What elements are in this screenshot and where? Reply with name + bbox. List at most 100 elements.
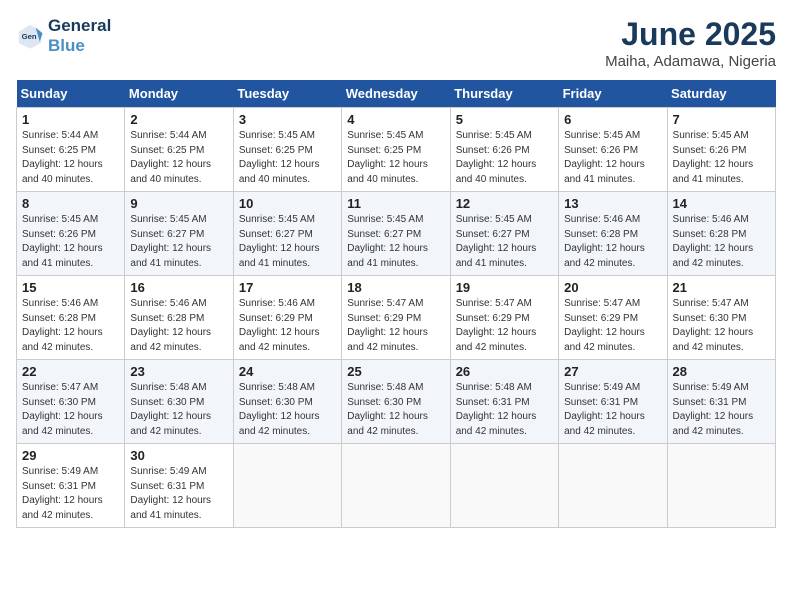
- day-info: Sunrise: 5:49 AM Sunset: 6:31 PM Dayligh…: [564, 381, 661, 439]
- day-info: Sunrise: 5:47 AM Sunset: 6:29 PM Dayligh…: [456, 297, 553, 355]
- calendar-cell: 28 Sunrise: 5:49 AM Sunset: 6:31 PM Dayl…: [667, 360, 775, 444]
- calendar-cell: 18 Sunrise: 5:47 AM Sunset: 6:29 PM Dayl…: [342, 276, 450, 360]
- day-info: Sunrise: 5:47 AM Sunset: 6:29 PM Dayligh…: [564, 297, 661, 355]
- day-number: 30: [130, 448, 227, 463]
- week-row-1: 1 Sunrise: 5:44 AM Sunset: 6:25 PM Dayli…: [17, 108, 776, 192]
- day-number: 18: [347, 280, 444, 295]
- day-info: Sunrise: 5:45 AM Sunset: 6:26 PM Dayligh…: [456, 129, 553, 187]
- calendar-cell: 12 Sunrise: 5:45 AM Sunset: 6:27 PM Dayl…: [450, 192, 558, 276]
- day-info: Sunrise: 5:48 AM Sunset: 6:31 PM Dayligh…: [456, 381, 553, 439]
- calendar-cell: 7 Sunrise: 5:45 AM Sunset: 6:26 PM Dayli…: [667, 108, 775, 192]
- day-info: Sunrise: 5:49 AM Sunset: 6:31 PM Dayligh…: [130, 465, 227, 523]
- day-number: 23: [130, 364, 227, 379]
- calendar-cell: 15 Sunrise: 5:46 AM Sunset: 6:28 PM Dayl…: [17, 276, 125, 360]
- calendar-cell: [667, 444, 775, 528]
- weekday-header-tuesday: Tuesday: [233, 80, 341, 108]
- calendar-cell: 3 Sunrise: 5:45 AM Sunset: 6:25 PM Dayli…: [233, 108, 341, 192]
- calendar-cell: 26 Sunrise: 5:48 AM Sunset: 6:31 PM Dayl…: [450, 360, 558, 444]
- calendar-cell: [342, 444, 450, 528]
- month-title: June 2025: [605, 16, 776, 53]
- day-number: 3: [239, 112, 336, 127]
- svg-text:Gen: Gen: [22, 31, 37, 40]
- weekday-header-saturday: Saturday: [667, 80, 775, 108]
- day-number: 12: [456, 196, 553, 211]
- day-number: 7: [673, 112, 770, 127]
- day-number: 1: [22, 112, 119, 127]
- calendar-cell: 17 Sunrise: 5:46 AM Sunset: 6:29 PM Dayl…: [233, 276, 341, 360]
- calendar-cell: 27 Sunrise: 5:49 AM Sunset: 6:31 PM Dayl…: [559, 360, 667, 444]
- day-number: 24: [239, 364, 336, 379]
- day-number: 8: [22, 196, 119, 211]
- day-info: Sunrise: 5:44 AM Sunset: 6:25 PM Dayligh…: [22, 129, 119, 187]
- day-info: Sunrise: 5:45 AM Sunset: 6:26 PM Dayligh…: [564, 129, 661, 187]
- day-info: Sunrise: 5:46 AM Sunset: 6:28 PM Dayligh…: [22, 297, 119, 355]
- day-info: Sunrise: 5:49 AM Sunset: 6:31 PM Dayligh…: [673, 381, 770, 439]
- day-number: 13: [564, 196, 661, 211]
- title-area: June 2025 Maiha, Adamawa, Nigeria: [605, 16, 776, 70]
- day-number: 9: [130, 196, 227, 211]
- logo-text: General Blue: [48, 16, 111, 55]
- day-number: 5: [456, 112, 553, 127]
- calendar-cell: 5 Sunrise: 5:45 AM Sunset: 6:26 PM Dayli…: [450, 108, 558, 192]
- week-row-2: 8 Sunrise: 5:45 AM Sunset: 6:26 PM Dayli…: [17, 192, 776, 276]
- day-info: Sunrise: 5:48 AM Sunset: 6:30 PM Dayligh…: [347, 381, 444, 439]
- day-info: Sunrise: 5:45 AM Sunset: 6:25 PM Dayligh…: [239, 129, 336, 187]
- day-info: Sunrise: 5:47 AM Sunset: 6:30 PM Dayligh…: [22, 381, 119, 439]
- day-number: 16: [130, 280, 227, 295]
- day-info: Sunrise: 5:49 AM Sunset: 6:31 PM Dayligh…: [22, 465, 119, 523]
- calendar-cell: 4 Sunrise: 5:45 AM Sunset: 6:25 PM Dayli…: [342, 108, 450, 192]
- calendar-cell: 19 Sunrise: 5:47 AM Sunset: 6:29 PM Dayl…: [450, 276, 558, 360]
- day-number: 20: [564, 280, 661, 295]
- calendar-table: SundayMondayTuesdayWednesdayThursdayFrid…: [16, 80, 776, 528]
- calendar-cell: [450, 444, 558, 528]
- day-number: 26: [456, 364, 553, 379]
- calendar-cell: 13 Sunrise: 5:46 AM Sunset: 6:28 PM Dayl…: [559, 192, 667, 276]
- weekday-header-thursday: Thursday: [450, 80, 558, 108]
- day-number: 25: [347, 364, 444, 379]
- calendar-cell: 11 Sunrise: 5:45 AM Sunset: 6:27 PM Dayl…: [342, 192, 450, 276]
- day-info: Sunrise: 5:46 AM Sunset: 6:28 PM Dayligh…: [673, 213, 770, 271]
- calendar-cell: 23 Sunrise: 5:48 AM Sunset: 6:30 PM Dayl…: [125, 360, 233, 444]
- day-number: 17: [239, 280, 336, 295]
- day-info: Sunrise: 5:46 AM Sunset: 6:28 PM Dayligh…: [130, 297, 227, 355]
- day-number: 10: [239, 196, 336, 211]
- day-number: 14: [673, 196, 770, 211]
- weekday-header-friday: Friday: [559, 80, 667, 108]
- calendar-cell: 14 Sunrise: 5:46 AM Sunset: 6:28 PM Dayl…: [667, 192, 775, 276]
- calendar-cell: 30 Sunrise: 5:49 AM Sunset: 6:31 PM Dayl…: [125, 444, 233, 528]
- calendar-cell: 22 Sunrise: 5:47 AM Sunset: 6:30 PM Dayl…: [17, 360, 125, 444]
- calendar-cell: 16 Sunrise: 5:46 AM Sunset: 6:28 PM Dayl…: [125, 276, 233, 360]
- day-info: Sunrise: 5:47 AM Sunset: 6:30 PM Dayligh…: [673, 297, 770, 355]
- day-number: 4: [347, 112, 444, 127]
- day-number: 22: [22, 364, 119, 379]
- day-number: 29: [22, 448, 119, 463]
- calendar-cell: 1 Sunrise: 5:44 AM Sunset: 6:25 PM Dayli…: [17, 108, 125, 192]
- day-info: Sunrise: 5:45 AM Sunset: 6:27 PM Dayligh…: [347, 213, 444, 271]
- week-row-3: 15 Sunrise: 5:46 AM Sunset: 6:28 PM Dayl…: [17, 276, 776, 360]
- calendar-cell: 25 Sunrise: 5:48 AM Sunset: 6:30 PM Dayl…: [342, 360, 450, 444]
- weekday-header-monday: Monday: [125, 80, 233, 108]
- day-info: Sunrise: 5:44 AM Sunset: 6:25 PM Dayligh…: [130, 129, 227, 187]
- day-number: 21: [673, 280, 770, 295]
- day-info: Sunrise: 5:48 AM Sunset: 6:30 PM Dayligh…: [239, 381, 336, 439]
- day-info: Sunrise: 5:47 AM Sunset: 6:29 PM Dayligh…: [347, 297, 444, 355]
- week-row-5: 29 Sunrise: 5:49 AM Sunset: 6:31 PM Dayl…: [17, 444, 776, 528]
- day-info: Sunrise: 5:45 AM Sunset: 6:27 PM Dayligh…: [239, 213, 336, 271]
- weekday-header-wednesday: Wednesday: [342, 80, 450, 108]
- day-info: Sunrise: 5:46 AM Sunset: 6:28 PM Dayligh…: [564, 213, 661, 271]
- logo-icon: Gen: [16, 22, 44, 50]
- week-row-4: 22 Sunrise: 5:47 AM Sunset: 6:30 PM Dayl…: [17, 360, 776, 444]
- day-number: 19: [456, 280, 553, 295]
- calendar-cell: 9 Sunrise: 5:45 AM Sunset: 6:27 PM Dayli…: [125, 192, 233, 276]
- day-number: 27: [564, 364, 661, 379]
- day-info: Sunrise: 5:46 AM Sunset: 6:29 PM Dayligh…: [239, 297, 336, 355]
- header: Gen General Blue June 2025 Maiha, Adamaw…: [16, 16, 776, 70]
- day-info: Sunrise: 5:45 AM Sunset: 6:26 PM Dayligh…: [673, 129, 770, 187]
- weekday-header-row: SundayMondayTuesdayWednesdayThursdayFrid…: [17, 80, 776, 108]
- calendar-cell: 24 Sunrise: 5:48 AM Sunset: 6:30 PM Dayl…: [233, 360, 341, 444]
- day-number: 6: [564, 112, 661, 127]
- calendar-cell: 2 Sunrise: 5:44 AM Sunset: 6:25 PM Dayli…: [125, 108, 233, 192]
- day-number: 15: [22, 280, 119, 295]
- calendar-cell: 29 Sunrise: 5:49 AM Sunset: 6:31 PM Dayl…: [17, 444, 125, 528]
- day-number: 2: [130, 112, 227, 127]
